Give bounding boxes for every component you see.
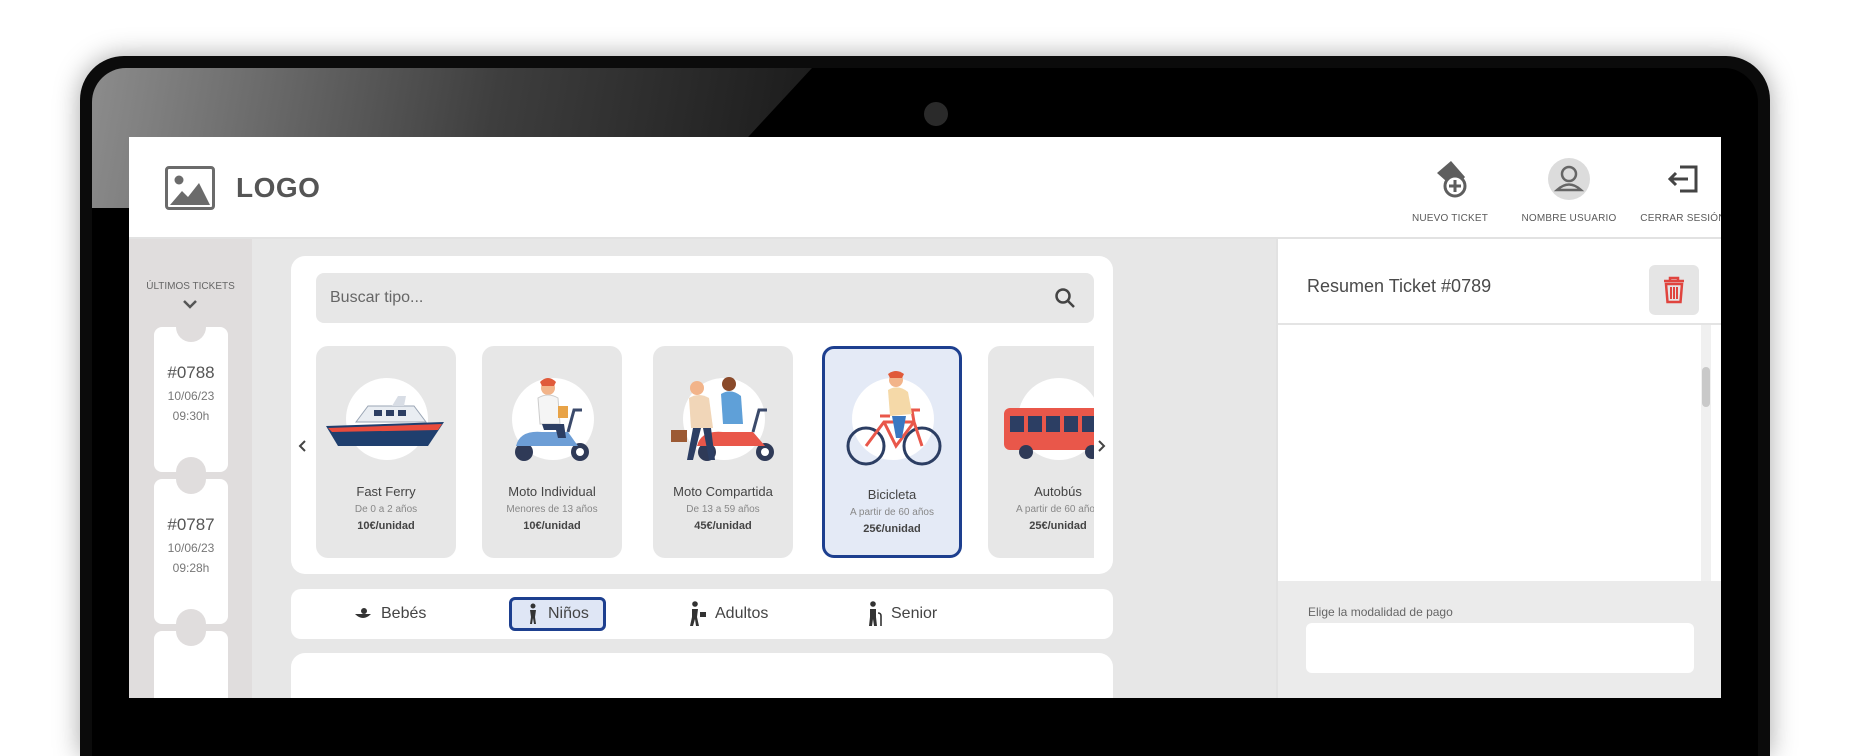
type-name: Fast Ferry <box>356 484 416 499</box>
filter-bebes[interactable]: Bebés <box>339 597 440 631</box>
logout-button[interactable]: CERRAR SESIÓN <box>1623 157 1721 224</box>
payment-method-select[interactable] <box>1306 623 1694 673</box>
card-clip: Autobús A partir de 60 años 25€/unidad <box>988 346 1094 558</box>
user-name-label: NOMBRE USUARIO <box>1521 213 1617 224</box>
type-name: Moto Compartida <box>673 484 773 499</box>
bus-illustration <box>1004 408 1094 459</box>
chevron-left-icon[interactable] <box>297 438 309 459</box>
filter-label: Adultos <box>715 605 769 622</box>
type-subtitle: A partir de 60 años <box>850 507 934 518</box>
type-subtitle: De 13 a 59 años <box>686 504 760 515</box>
user-button[interactable]: NOMBRE USUARIO <box>1509 157 1629 224</box>
baby-icon <box>355 608 371 618</box>
type-price: 25€/unidad <box>1029 520 1087 532</box>
bicycle-illustration <box>846 371 942 466</box>
summary-title: Resumen Ticket #0789 <box>1307 276 1492 296</box>
search-input[interactable] <box>330 273 1030 323</box>
passenger-filter-bar: Bebés Niños Adultos Senior <box>291 589 1113 639</box>
ticket-date: 10/06/23 <box>167 389 215 403</box>
filter-label: Bebés <box>381 605 427 622</box>
app-screen: LOGO NUEVO TICKET NOMBRE USUARIO CERRAR … <box>129 137 1721 698</box>
trash-icon <box>1664 276 1684 304</box>
camera-icon <box>924 102 948 126</box>
type-price: 10€/unidad <box>523 520 581 532</box>
type-name: Bicicleta <box>867 487 917 502</box>
type-card-moto-individual[interactable]: Moto Individual Menores de 13 años 10€/u… <box>482 346 622 558</box>
payment-label: Elige la modalidad de pago <box>1308 605 1453 619</box>
ticket-card[interactable]: #0787 10/06/23 09:28h <box>154 464 228 639</box>
type-price: 45€/unidad <box>694 520 752 532</box>
user-icon <box>1509 157 1629 201</box>
ticket-card[interactable]: #0788 10/06/23 09:30h <box>154 312 228 487</box>
filter-senior[interactable]: Senior <box>853 597 951 631</box>
type-card-fast-ferry[interactable]: Fast Ferry De 0 a 2 años 10€/unidad <box>316 346 456 558</box>
type-name: Autobús <box>1034 484 1082 499</box>
logo-text[interactable]: LOGO <box>236 172 320 204</box>
filter-label: Senior <box>891 605 938 622</box>
summary-scrollbar[interactable] <box>1701 325 1711 581</box>
shared-scooter-illustration <box>671 377 774 461</box>
type-card-bicicleta[interactable]: Bicicleta A partir de 60 años 25€/unidad <box>822 346 962 558</box>
type-subtitle: A partir de 60 años <box>1016 504 1094 515</box>
type-subtitle: Menores de 13 años <box>506 504 598 515</box>
main-content: Fast Ferry De 0 a 2 años 10€/unidad <box>252 239 1276 698</box>
recent-tickets-title: ÚLTIMOS TICKETS <box>146 281 235 292</box>
search-bar <box>316 273 1094 323</box>
payment-section: Elige la modalidad de pago <box>1278 581 1721 698</box>
type-price: 25€/unidad <box>863 523 921 535</box>
search-icon[interactable] <box>1054 287 1076 314</box>
type-name: Moto Individual <box>508 484 596 499</box>
new-ticket-label: NUEVO TICKET <box>1411 213 1489 224</box>
summary-header: Resumen Ticket #0789 <box>1278 239 1721 325</box>
delete-ticket-button[interactable] <box>1649 265 1699 315</box>
ticket-card[interactable] <box>154 616 228 698</box>
filter-label: Niños <box>548 605 589 622</box>
senior-icon <box>869 601 882 626</box>
content-panel <box>291 653 1113 698</box>
adult-icon <box>690 601 706 626</box>
ticket-time: 09:28h <box>172 561 210 575</box>
ticket-number: #0787 <box>167 515 215 534</box>
child-icon <box>530 603 536 624</box>
recent-tickets-column: ÚLTIMOS TICKETS #0788 10/06/23 09:30h #0… <box>129 239 252 698</box>
chevron-right-icon[interactable] <box>1095 438 1107 459</box>
filter-adultos[interactable]: Adultos <box>673 597 782 631</box>
ticket-plus-icon <box>1390 157 1510 201</box>
logout-icon <box>1623 157 1721 201</box>
type-card-autobus[interactable]: Autobús A partir de 60 años 25€/unidad <box>988 346 1094 558</box>
logout-label: CERRAR SESIÓN <box>1640 213 1721 224</box>
type-price: 10€/unidad <box>357 520 415 532</box>
scooter-illustration <box>515 378 589 461</box>
scrollbar-thumb[interactable] <box>1702 367 1710 407</box>
ticket-date: 10/06/23 <box>167 541 215 555</box>
ticket-time: 09:30h <box>172 409 210 423</box>
ticket-number: #0788 <box>167 363 215 382</box>
ticket-summary-panel: Resumen Ticket #0789 Elige la modalidad … <box>1276 239 1721 698</box>
app-header: LOGO NUEVO TICKET NOMBRE USUARIO CERRAR … <box>129 137 1721 239</box>
type-selector-panel: Fast Ferry De 0 a 2 años 10€/unidad <box>291 256 1113 574</box>
type-card-moto-compartida[interactable]: Moto Compartida De 13 a 59 años 45€/unid… <box>653 346 793 558</box>
filter-ninos[interactable]: Niños <box>509 597 606 631</box>
new-ticket-button[interactable]: NUEVO TICKET <box>1390 157 1510 224</box>
logo-image-icon <box>165 166 215 210</box>
ferry-illustration <box>326 396 444 446</box>
type-subtitle: De 0 a 2 años <box>354 504 418 515</box>
